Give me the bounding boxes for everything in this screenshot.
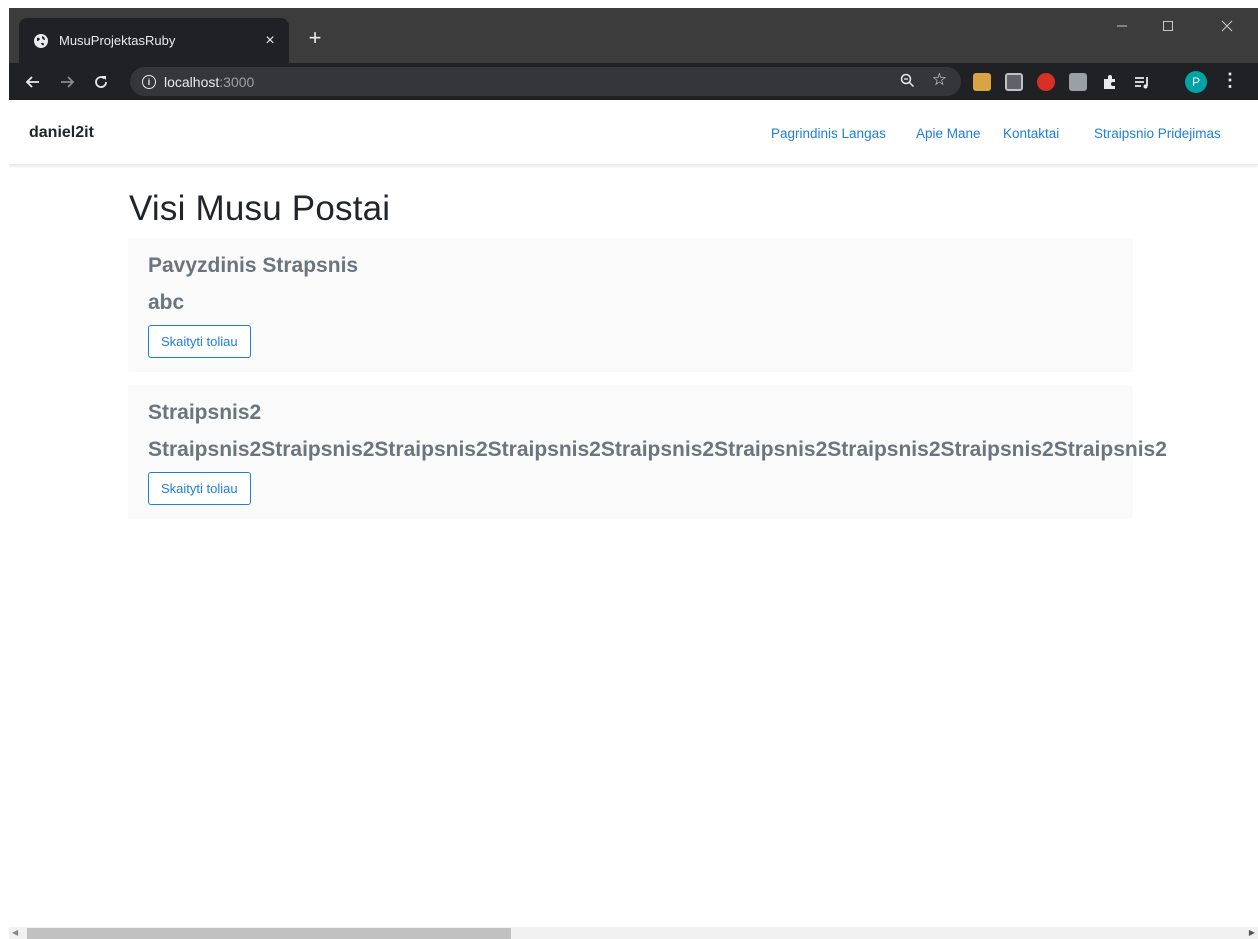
- nav-link-kontaktai[interactable]: Kontaktai: [1003, 126, 1059, 141]
- new-tab-button[interactable]: +: [301, 24, 329, 52]
- scroll-right-icon[interactable]: ▶: [1249, 927, 1255, 939]
- url-host: localhost: [164, 73, 220, 90]
- read-more-button[interactable]: Skaityti toliau: [148, 472, 251, 505]
- extensions-puzzle-icon[interactable]: [1101, 73, 1119, 91]
- browser-toolbar: i localhost:3000 ☆ P ⋮: [9, 63, 1258, 100]
- info-icon[interactable]: i: [142, 74, 156, 89]
- post-card: Straipsnis2 Straipsnis2Straipsnis2Straip…: [128, 385, 1167, 519]
- extension-adblock-icon[interactable]: [1037, 73, 1055, 91]
- reload-icon[interactable]: [89, 70, 113, 94]
- close-window-icon[interactable]: [1204, 8, 1250, 44]
- bookmark-star-icon[interactable]: ☆: [932, 70, 947, 90]
- nav-link-apie[interactable]: Apie Mane: [916, 126, 981, 141]
- browser-menu-icon[interactable]: ⋮: [1221, 70, 1239, 91]
- tab-close-icon[interactable]: ×: [261, 32, 279, 50]
- globe-icon: [33, 33, 49, 49]
- post-title: Straipsnis2: [148, 401, 262, 424]
- back-icon[interactable]: [21, 70, 45, 94]
- extension-touch-icon[interactable]: [1069, 73, 1087, 91]
- media-queue-icon[interactable]: [1133, 73, 1151, 91]
- nav-link-pridejimas[interactable]: Straipsnio Pridejimas: [1094, 126, 1221, 141]
- browser-titlebar: MusuProjektasRuby × +: [9, 8, 1258, 63]
- url-port: :3000: [219, 73, 255, 90]
- post-card: Pavyzdinis Strapsnis abc Skaityti toliau: [128, 238, 1133, 372]
- post-body: abc: [148, 291, 185, 314]
- browser-tab[interactable]: MusuProjektasRuby ×: [19, 18, 289, 63]
- address-bar[interactable]: i localhost:3000 ☆: [130, 67, 961, 96]
- scroll-left-icon[interactable]: ◀: [12, 927, 18, 939]
- extension-face-icon[interactable]: [973, 73, 991, 91]
- profile-avatar[interactable]: P: [1185, 71, 1207, 93]
- tab-title: MusuProjektasRuby: [59, 33, 176, 48]
- post-body: Straipsnis2Straipsnis2Straipsnis2Straips…: [148, 438, 1167, 461]
- extension-s-icon[interactable]: [1005, 73, 1023, 91]
- minimize-icon[interactable]: [1099, 8, 1145, 44]
- scrollbar-thumb[interactable]: [27, 928, 511, 939]
- forward-icon[interactable]: [55, 70, 79, 94]
- horizontal-scrollbar[interactable]: ◀ ▶: [9, 927, 1258, 939]
- nav-link-pagrindinis[interactable]: Pagrindinis Langas: [771, 126, 886, 141]
- post-title: Pavyzdinis Strapsnis: [148, 254, 359, 277]
- site-brand[interactable]: daniel2it: [29, 124, 94, 142]
- site-navbar: daniel2it Pagrindinis Langas Apie Mane K…: [9, 100, 1258, 165]
- zoom-icon[interactable]: [900, 73, 915, 91]
- browser-window: MusuProjektasRuby × + i localhost:3000: [9, 8, 1258, 939]
- page-title: Visi Musu Postai: [129, 189, 391, 228]
- page-viewport: daniel2it Pagrindinis Langas Apie Mane K…: [9, 100, 1258, 927]
- maximize-icon[interactable]: [1145, 8, 1191, 44]
- read-more-button[interactable]: Skaityti toliau: [148, 325, 251, 358]
